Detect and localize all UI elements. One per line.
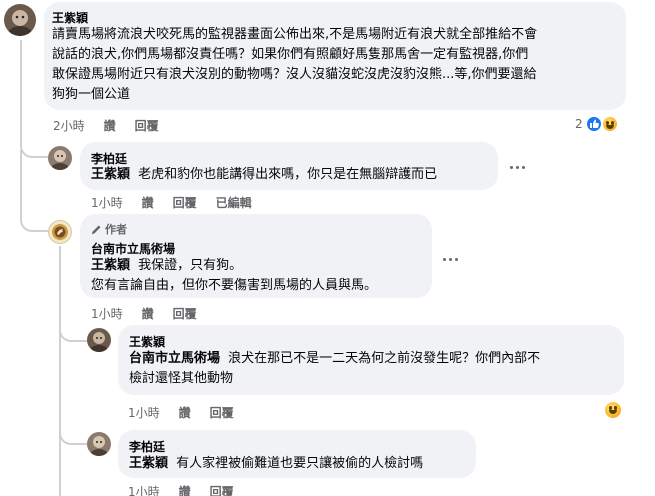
comment-bubble: 作者 台南市立馬術場 王紫穎 我保證，只有狗。 您有言論自由，但你不要傷害到馬場… <box>80 214 432 298</box>
comment-author[interactable]: 王紫穎 <box>52 9 88 26</box>
comment-text: 請賣馬場將流浪犬咬死馬的監視器畫面公佈出來,不是馬場附近有浪犬就全部推給不會 說… <box>52 25 624 105</box>
comment-text-line: 台南市立馬術場 浪犬在那已不是一二天為何之前沒發生呢？你們內部不 <box>129 349 540 369</box>
haha-reaction-icon[interactable] <box>603 400 623 420</box>
avatar[interactable] <box>48 146 72 170</box>
comment-text-line: 狗狗一個公道 <box>52 87 131 102</box>
comment-text-line: 敢保證馬場附近只有浪犬沒別的動物嗎？沒人沒貓沒蛇沒虎沒豹沒熊...等,你們要還給 <box>52 67 537 82</box>
comment-bubble: 李柏廷 王紫穎 有人家裡被偷難道也要只讓被偷的人檢討嗎 <box>118 430 476 478</box>
mention-link[interactable]: 王紫穎 <box>129 456 168 471</box>
thread-connector <box>20 40 48 158</box>
comment-text-line: 王紫穎 我保證，只有狗。 <box>91 256 377 276</box>
reply-button[interactable]: 回覆 <box>135 117 159 134</box>
thread-connector <box>59 322 87 342</box>
haha-reaction-icon <box>601 115 619 133</box>
comment-text-content: 浪犬在那已不是一二天為何之前沒發生呢？你們內部不 <box>228 351 541 366</box>
comment-text-line: 請賣馬場將流浪犬咬死馬的監視器畫面公佈出來,不是馬場附近有浪犬就全部推給不會 <box>52 27 538 42</box>
comment-bubble: 王紫穎 台南市立馬術場 浪犬在那已不是一二天為何之前沒發生呢？你們內部不 檢討還… <box>118 325 624 395</box>
comment-text: 王紫穎 老虎和豹你也能講得出來嗎，你只是在無腦辯護而已 <box>91 165 437 185</box>
comment-author[interactable]: 台南市立馬術場 <box>91 240 175 257</box>
comment-actions: 1小時 讚 回覆 已編輯 <box>91 194 271 211</box>
page-avatar[interactable] <box>48 220 72 244</box>
mention-link[interactable]: 王紫穎 <box>91 258 130 273</box>
more-options-icon[interactable] <box>510 166 525 169</box>
avatar[interactable] <box>87 328 111 352</box>
comment-actions: 1小時 讚 回覆 <box>128 404 253 421</box>
thread-connector <box>20 150 48 232</box>
comment-bubble: 王紫穎 請賣馬場將流浪犬咬死馬的監視器畫面公佈出來,不是馬場附近有浪犬就全部推給… <box>44 2 626 110</box>
comment-actions: 1小時 讚 回覆 <box>91 305 216 322</box>
reply-button[interactable]: 回覆 <box>173 305 197 322</box>
like-button[interactable]: 讚 <box>179 404 191 421</box>
reaction-count: 2 <box>575 117 583 131</box>
timestamp[interactable]: 1小時 <box>91 194 123 211</box>
comment-text-line: 您有言論自由，但你不要傷害到馬場的人員與馬。 <box>91 278 378 293</box>
mention-link[interactable]: 王紫穎 <box>91 167 130 182</box>
pencil-icon <box>91 224 101 234</box>
comment-author[interactable]: 王紫穎 <box>129 333 165 350</box>
author-badge: 作者 <box>91 221 127 237</box>
like-button[interactable]: 讚 <box>179 483 191 496</box>
timestamp[interactable]: 1小時 <box>128 483 160 496</box>
reply-button[interactable]: 回覆 <box>173 194 197 211</box>
reply-button[interactable]: 回覆 <box>210 483 234 496</box>
avatar[interactable] <box>4 4 36 36</box>
comment-bubble: 李柏廷 王紫穎 老虎和豹你也能講得出來嗎，你只是在無腦辯護而已 <box>80 142 498 190</box>
comment-text-content: 有人家裡被偷難道也要只讓被偷的人檢討嗎 <box>176 456 424 471</box>
reaction-summary[interactable]: 2 <box>575 115 625 135</box>
comment-actions: 1小時 讚 回覆 <box>128 483 253 496</box>
thread-connector <box>59 246 61 496</box>
like-button[interactable]: 讚 <box>142 194 154 211</box>
comment-actions: 2小時 讚 回覆 <box>53 117 178 134</box>
timestamp[interactable]: 2小時 <box>53 117 85 134</box>
like-button[interactable]: 讚 <box>104 117 116 134</box>
timestamp[interactable]: 1小時 <box>91 305 123 322</box>
comment-text-content: 我保證，只有狗。 <box>138 258 243 273</box>
thread-connector <box>59 425 87 445</box>
comment-text: 王紫穎 有人家裡被偷難道也要只讓被偷的人檢討嗎 <box>129 454 423 474</box>
reply-button[interactable]: 回覆 <box>210 404 234 421</box>
avatar[interactable] <box>87 432 111 456</box>
edited-label[interactable]: 已編輯 <box>216 194 252 211</box>
comment-text-content: 老虎和豹你也能講得出來嗎，你只是在無腦辯護而已 <box>138 167 438 182</box>
author-badge-label: 作者 <box>105 223 127 236</box>
comment-text: 王紫穎 我保證，只有狗。 您有言論自由，但你不要傷害到馬場的人員與馬。 <box>91 256 377 296</box>
like-button[interactable]: 讚 <box>142 305 154 322</box>
comment-author[interactable]: 李柏廷 <box>129 438 165 455</box>
timestamp[interactable]: 1小時 <box>128 404 160 421</box>
comment-text-line: 檢討還怪其他動物 <box>129 371 234 386</box>
more-options-icon[interactable] <box>443 258 458 261</box>
comment-text-line: 說話的浪犬,你們馬場都沒責任嗎？如果你們有照顧好馬隻那馬舍一定有監視器,你們 <box>52 47 529 62</box>
mention-link[interactable]: 台南市立馬術場 <box>129 351 220 366</box>
comment-text: 台南市立馬術場 浪犬在那已不是一二天為何之前沒發生呢？你們內部不 檢討還怪其他動… <box>129 349 540 389</box>
